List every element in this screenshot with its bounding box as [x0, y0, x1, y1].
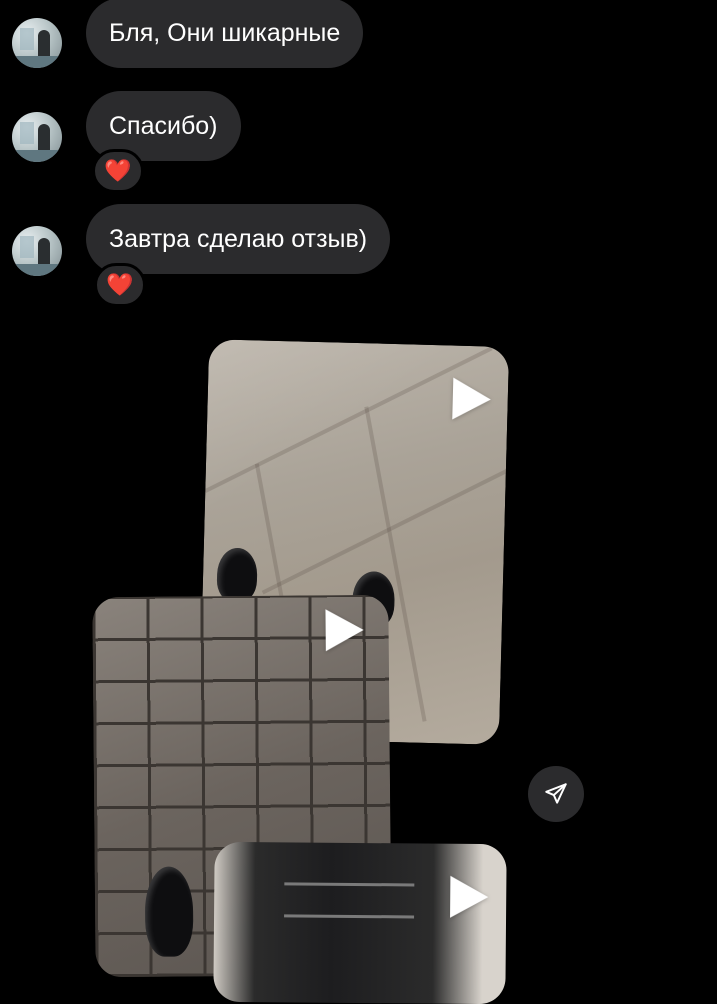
avatar[interactable] — [12, 226, 62, 276]
avatar-figure — [38, 124, 50, 152]
avatar[interactable] — [12, 112, 62, 162]
avatar-base — [12, 150, 62, 162]
share-button[interactable] — [528, 766, 584, 822]
floor-tile-line — [204, 346, 493, 493]
paper-plane-icon — [545, 783, 567, 804]
video-thumbnail[interactable] — [213, 841, 507, 1004]
shoe — [144, 866, 194, 957]
avatar-base — [12, 264, 62, 276]
shoe-lace — [284, 914, 415, 919]
avatar-figure — [38, 238, 50, 266]
avatar-window — [20, 122, 34, 144]
heart-reaction-icon[interactable]: ❤️ — [92, 149, 144, 193]
heart-reaction-icon[interactable]: ❤️ — [94, 263, 146, 307]
play-icon[interactable] — [325, 608, 364, 652]
avatar-window — [20, 236, 34, 258]
message-row: Завтра сделаю отзыв) ❤️ — [0, 0, 717, 307]
shoe — [216, 547, 258, 603]
play-icon[interactable] — [452, 377, 492, 421]
play-icon[interactable] — [450, 875, 489, 919]
shoe-lace — [284, 882, 415, 887]
